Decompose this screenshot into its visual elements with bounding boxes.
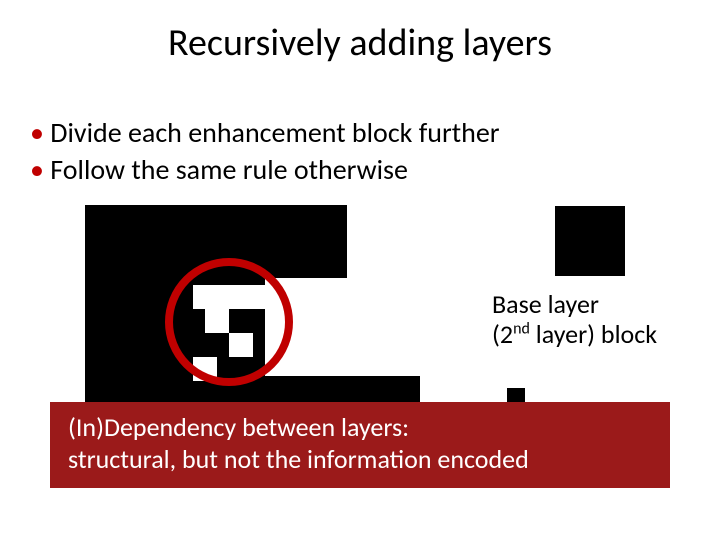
callout-line1: (In)Dependency between layers: [68, 412, 652, 444]
legend-label-sup: nd [513, 319, 530, 338]
legend-label-prefix: (2 [492, 318, 513, 350]
bullet-item: Divide each enhancement block further [32, 115, 692, 150]
highlight-circle-icon [165, 258, 293, 386]
bullet-list: Divide each enhancement block further Fo… [32, 115, 692, 189]
legend-label-line2: (2nd layer) block [492, 320, 657, 350]
legend-label: Base layer (2nd layer) block [492, 290, 657, 350]
callout-line2: structural, but not the information enco… [68, 444, 652, 476]
white-block [347, 205, 420, 278]
callout-box: (In)Dependency between layers: structura… [50, 402, 670, 488]
bullet-item: Follow the same rule otherwise [32, 152, 692, 187]
slide-title: Recursively adding layers [0, 20, 720, 66]
slide: Recursively adding layers Divide each en… [0, 0, 720, 540]
legend-block [555, 206, 625, 276]
legend-label-suffix: layer) block [530, 318, 657, 350]
legend-label-line1: Base layer [492, 290, 657, 320]
